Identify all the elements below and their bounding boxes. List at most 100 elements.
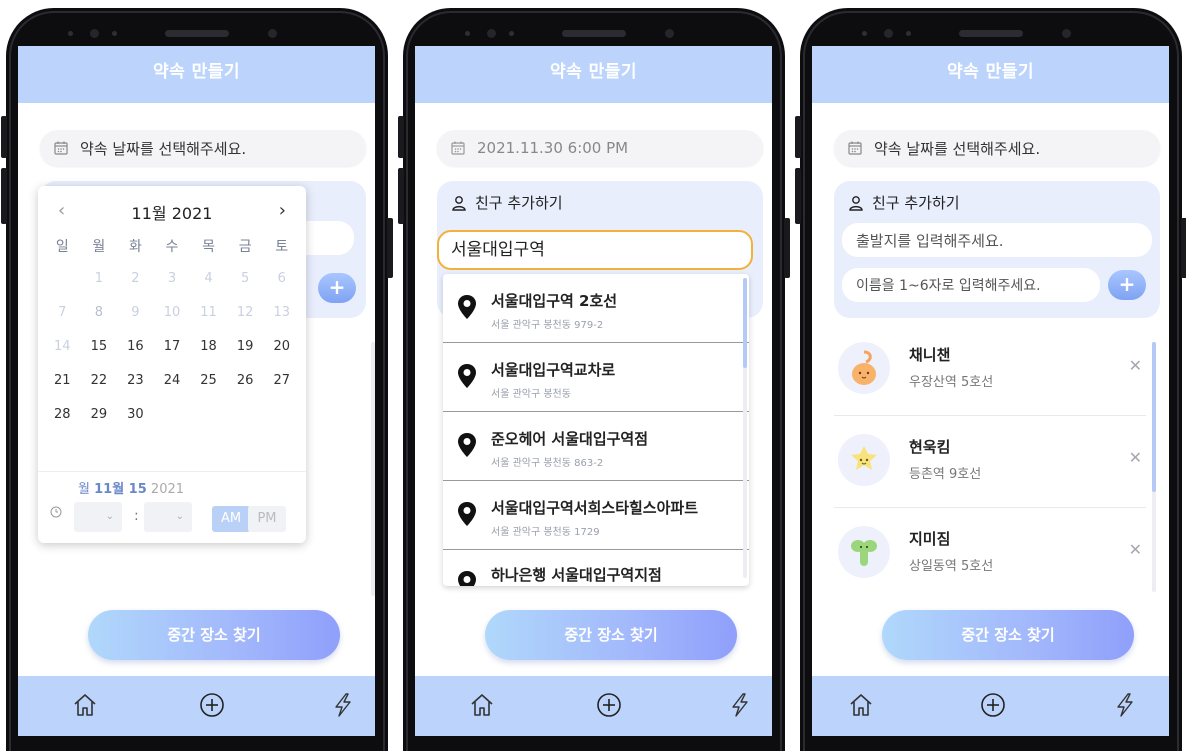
friend-list-item: 지미짐 상일동역 5호선 ✕ — [834, 508, 1146, 600]
result-title: 서울대입구역 2호선 — [491, 292, 618, 310]
scrollbar[interactable] — [371, 342, 375, 596]
list-item[interactable]: 서울대입구역 2호선 서울 관악구 봉천동 979-2 — [443, 274, 749, 343]
calendar-day[interactable]: 19 — [227, 333, 264, 367]
bottom-nav — [415, 676, 772, 736]
calendar-day[interactable]: 15 — [81, 333, 118, 367]
date-picker-field[interactable]: 2021.11.30 6:00 PM — [437, 130, 763, 166]
remove-friend-button[interactable]: ✕ — [1129, 448, 1142, 467]
friend-station: 우장산역 5호선 — [909, 375, 994, 390]
list-item[interactable]: 하나은행 서울대입구역지점 — [443, 550, 749, 586]
weekday-label: 수 — [165, 239, 179, 255]
calendar-day[interactable]: 29 — [81, 401, 118, 435]
home-icon[interactable] — [469, 692, 495, 718]
volume-button — [795, 116, 801, 158]
screen-calendar: 약속 만들기 약속 날짜를 선택해주세요. + ‹ 11월 2021 › 일 월… — [18, 46, 375, 736]
find-midpoint-button[interactable]: 중간 장소 찾기 — [485, 610, 737, 660]
selected-weekday: 월 — [78, 482, 90, 497]
calendar-day[interactable]: 30 — [117, 401, 154, 435]
list-item[interactable]: 서울대입구역서희스타힐스아파트 서울 관악구 봉천동 1729 — [443, 481, 749, 550]
date-picker-field[interactable]: 약속 날짜를 선택해주세요. — [40, 130, 366, 166]
friend-add-title: 친구 추가하기 — [848, 192, 960, 213]
friend-station: 상일동역 5호선 — [909, 559, 994, 574]
weekday-label: 일 — [55, 239, 69, 255]
calendar-icon — [54, 141, 68, 155]
calendar-day[interactable]: 28 — [44, 401, 81, 435]
date-picker-field[interactable]: 약속 날짜를 선택해주세요. — [834, 130, 1160, 166]
result-address: 서울 관악구 봉천동 — [491, 389, 571, 400]
plus-circle-icon[interactable] — [980, 692, 1006, 718]
home-icon[interactable] — [848, 692, 874, 718]
calendar-icon — [848, 141, 862, 155]
home-icon[interactable] — [72, 692, 98, 718]
find-midpoint-button[interactable]: 중간 장소 찾기 — [882, 610, 1134, 660]
date-placeholder: 약속 날짜를 선택해주세요. — [874, 139, 1041, 158]
friend-list-item: 현욱킴 등촌역 9호선 ✕ — [834, 416, 1146, 508]
friend-list-item: 채니챈 우장산역 5호선 ✕ — [834, 324, 1146, 416]
volume-button — [398, 116, 404, 158]
calendar-day[interactable]: 16 — [117, 333, 154, 367]
calendar-day[interactable]: 27 — [263, 367, 300, 401]
power-button — [387, 218, 393, 278]
start-location-input[interactable]: 출발지를 입력해주세요. — [842, 223, 1152, 257]
calendar-day[interactable]: 18 — [190, 333, 227, 367]
calendar-day — [263, 401, 300, 435]
friend-name-input[interactable]: 이름을 1~6자로 입력해주세요. — [842, 268, 1100, 302]
volume-button — [1, 168, 7, 224]
add-friend-button[interactable]: + — [1108, 270, 1146, 300]
avatar — [838, 434, 890, 486]
location-pin-icon — [458, 433, 476, 457]
location-pin-icon — [458, 295, 476, 319]
selected-date: 11월 15 — [94, 482, 147, 497]
lightning-icon[interactable] — [1112, 692, 1138, 718]
hour-select[interactable]: ⌄ — [74, 502, 122, 532]
calendar-day[interactable]: 23 — [117, 367, 154, 401]
volume-button — [1, 116, 7, 158]
calendar-day — [190, 401, 227, 435]
calendar-day[interactable]: 22 — [81, 367, 118, 401]
volume-button — [398, 168, 404, 224]
avatar — [838, 342, 890, 394]
plus-circle-icon[interactable] — [199, 692, 225, 718]
lightning-icon[interactable] — [727, 692, 753, 718]
calendar-day[interactable]: 26 — [227, 367, 264, 401]
calendar-day[interactable]: 20 — [263, 333, 300, 367]
page-title: 약속 만들기 — [812, 46, 1169, 103]
plus-circle-icon[interactable] — [596, 692, 622, 718]
calendar-day[interactable]: 21 — [44, 367, 81, 401]
calendar-day[interactable]: 24 — [154, 367, 191, 401]
minute-select[interactable]: ⌄ — [144, 502, 192, 532]
calendar-day: 7 — [58, 305, 67, 320]
pm-toggle[interactable]: PM — [248, 506, 286, 532]
result-title: 서울대입구역교차로 — [491, 361, 616, 379]
lightning-icon[interactable] — [330, 692, 356, 718]
results-scrollbar[interactable] — [743, 278, 747, 578]
calendar-day: 8 — [94, 305, 103, 320]
clock-icon — [50, 506, 62, 518]
calendar-day: 14 — [54, 339, 71, 354]
list-item[interactable]: 서울대입구역교차로 서울 관악구 봉천동 — [443, 343, 749, 412]
page-title: 약속 만들기 — [415, 46, 772, 103]
weekday-label: 토 — [275, 239, 289, 255]
calendar-day[interactable]: 25 — [190, 367, 227, 401]
location-pin-icon — [458, 364, 476, 388]
selected-date-summary: 월 11월 15 2021 — [78, 478, 184, 497]
calendar-day: 5 — [240, 271, 250, 286]
friend-name: 채니챈 — [909, 346, 951, 364]
find-midpoint-button[interactable]: 중간 장소 찾기 — [88, 610, 340, 660]
list-item[interactable]: 준오헤어 서울대입구역점 서울 관악구 봉천동 863-2 — [443, 412, 749, 481]
calendar-day[interactable]: 17 — [154, 333, 191, 367]
scrollbar-thumb[interactable] — [743, 278, 747, 368]
remove-friend-button[interactable]: ✕ — [1129, 540, 1142, 559]
calendar-day: 3 — [167, 271, 177, 286]
scrollbar-thumb[interactable] — [1152, 342, 1156, 492]
friend-list-scrollbar[interactable] — [1152, 342, 1156, 592]
phone-top-bar — [800, 22, 1182, 46]
place-search-input[interactable]: 서울대입구역 — [437, 230, 753, 270]
avatar — [838, 526, 890, 578]
add-friend-button[interactable]: + — [318, 273, 356, 303]
screen-search: 약속 만들기 2021.11.30 6:00 PM 친구 추가하기 서울대입구역… — [415, 46, 772, 736]
next-month-button[interactable]: › — [279, 200, 286, 221]
calendar-day — [44, 265, 81, 299]
remove-friend-button[interactable]: ✕ — [1129, 356, 1142, 375]
am-toggle[interactable]: AM — [212, 506, 250, 532]
